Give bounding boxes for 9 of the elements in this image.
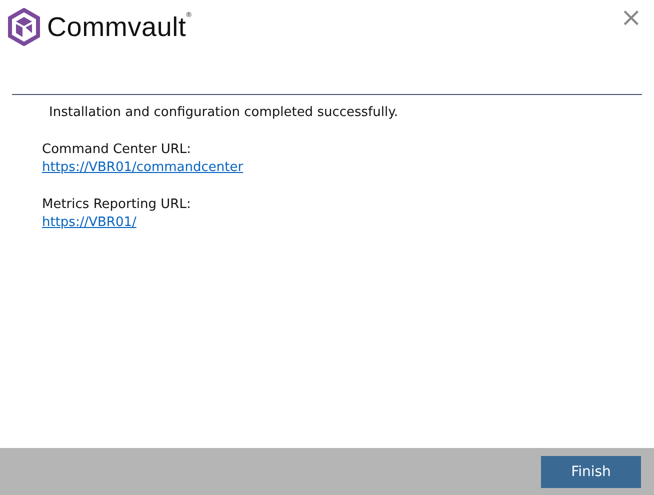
- close-button[interactable]: ×: [616, 8, 646, 28]
- cube-logo-icon: [7, 8, 41, 46]
- brand-name: Commvault$^{®}$: [47, 12, 192, 42]
- finish-button[interactable]: Finish: [541, 456, 641, 488]
- success-message: Installation and configuration completed successfully.: [49, 105, 400, 120]
- url-link[interactable]: https://VBR01/commandcenter: [42, 160, 244, 175]
- url-link[interactable]: https://VBR01/: [42, 215, 136, 230]
- url-label: Metrics Reporting URL:: [42, 196, 192, 214]
- url-label: Command Center URL:: [42, 141, 192, 159]
